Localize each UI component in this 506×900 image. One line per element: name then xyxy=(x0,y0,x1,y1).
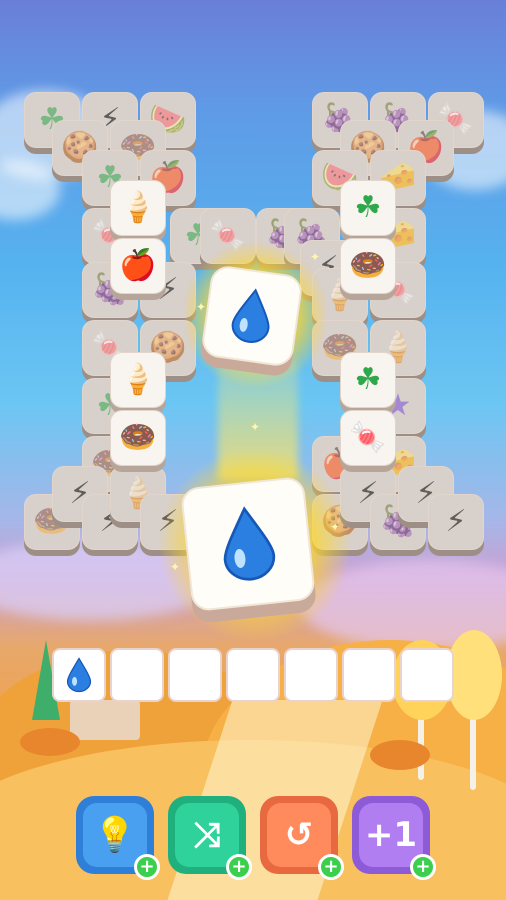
shuffle-icon: ⤨ xyxy=(193,815,221,855)
plus-one-icon: +1 xyxy=(364,815,418,855)
add-booster-icon[interactable]: + xyxy=(410,854,436,880)
game-scene: ☘⚡🍉🍪🍩🍎☘🍇🍇🍬🍪🍎🍉🧀🍬☘🍬🍇🍇🧀⚡🍇⚡🍬🍦🍬🍪🍩🍦☘★🍩🍎🧀🍩⚡⚡🍦⚡🍪… xyxy=(0,0,506,900)
bush xyxy=(20,728,80,756)
hint-button[interactable]: 💡 + xyxy=(76,796,160,880)
clover-icon: ☘ xyxy=(354,362,382,397)
board-tile[interactable]: 🍬 xyxy=(340,410,396,472)
sparkle-icon: ✦ xyxy=(310,250,321,264)
sparkle-icon: ✦ xyxy=(196,300,207,314)
sparkle-icon: ✦ xyxy=(250,420,261,434)
bush xyxy=(370,740,430,770)
undo-button[interactable]: ↺ + xyxy=(260,796,344,880)
undo-icon: ↺ xyxy=(284,815,314,855)
add-booster-icon[interactable]: + xyxy=(226,854,252,880)
board-tile: ⚡ xyxy=(428,494,484,556)
board-tile[interactable]: 🍩 xyxy=(340,238,396,300)
lightning-icon: ⚡ xyxy=(445,504,467,539)
extra-slot-button[interactable]: +1 + xyxy=(352,796,436,880)
water-drop-icon xyxy=(179,475,317,613)
sparkle-icon: ✦ xyxy=(330,520,341,534)
clover-icon: ☘ xyxy=(354,190,382,225)
icecream-icon: 🍦 xyxy=(119,190,157,225)
board-tile[interactable]: ☘ xyxy=(340,352,396,414)
tray-slot xyxy=(342,648,396,702)
add-booster-icon[interactable]: + xyxy=(318,854,344,880)
board-tile[interactable]: 🍦 xyxy=(110,352,166,414)
board-tile[interactable]: 🍩 xyxy=(110,410,166,472)
board-tile[interactable]: 🍎 xyxy=(110,238,166,300)
tray-slot xyxy=(226,648,280,702)
water-drop-icon xyxy=(200,264,304,368)
shuffle-button[interactable]: ⤨ + xyxy=(168,796,252,880)
moving-tile-upper xyxy=(198,264,304,378)
tray-slot xyxy=(284,648,338,702)
tray-slot xyxy=(400,648,454,702)
icecream-icon: 🍦 xyxy=(119,362,157,397)
donut-icon: 🍩 xyxy=(349,248,387,283)
board-tile[interactable]: ☘ xyxy=(340,180,396,242)
lightbulb-icon: 💡 xyxy=(93,815,137,855)
house xyxy=(70,700,140,740)
moving-tile-lower xyxy=(179,475,318,625)
tray-slot xyxy=(110,648,164,702)
donut-icon: 🍩 xyxy=(119,420,157,455)
tile-tray xyxy=(52,646,458,704)
candy-icon: 🍬 xyxy=(349,420,387,455)
water-drop-icon xyxy=(54,650,104,700)
sparkle-icon: ✦ xyxy=(170,560,181,574)
tray-slot xyxy=(52,648,106,702)
add-booster-icon[interactable]: + xyxy=(134,854,160,880)
board-tile[interactable]: 🍦 xyxy=(110,180,166,242)
apple-icon: 🍎 xyxy=(119,248,157,283)
tray-slot xyxy=(168,648,222,702)
